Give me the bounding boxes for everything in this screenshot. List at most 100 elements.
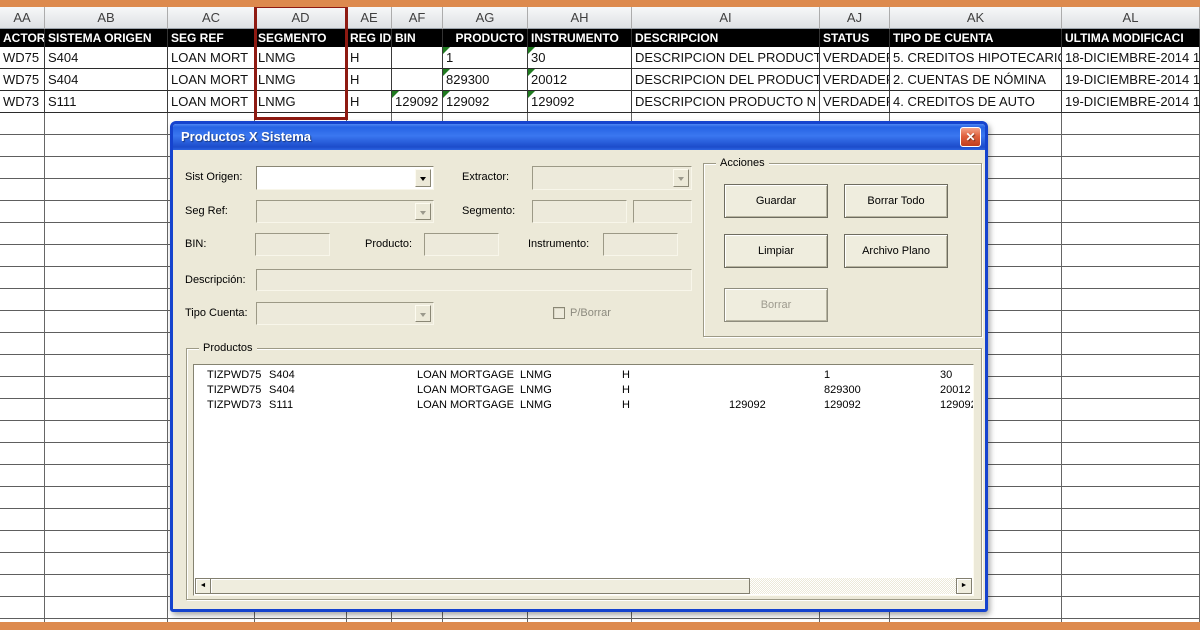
sheet-cell[interactable]: [1062, 267, 1200, 289]
sheet-cell[interactable]: WD75: [0, 47, 45, 69]
column-letter-AD[interactable]: AD: [255, 7, 347, 29]
sheet-cell[interactable]: [45, 179, 168, 201]
column-letter-AF[interactable]: AF: [392, 7, 443, 29]
sheet-cell[interactable]: [1062, 201, 1200, 223]
dialog-titlebar[interactable]: Productos X Sistema ✕: [173, 124, 985, 150]
sheet-cell[interactable]: [45, 509, 168, 531]
sheet-cell[interactable]: H: [347, 69, 392, 91]
sheet-cell[interactable]: [45, 377, 168, 399]
sheet-cell[interactable]: 30: [528, 47, 632, 69]
header-cell[interactable]: SEGMENTO: [255, 29, 347, 47]
sheet-cell[interactable]: LOAN MORT: [168, 47, 255, 69]
list-item[interactable]: TIZPWD73 S111 LOAN MORTGAGE LNMG H 129092 1290…: [194, 398, 973, 413]
sheet-cell[interactable]: [1062, 399, 1200, 421]
scroll-left-icon[interactable]: ◄: [195, 578, 211, 594]
sheet-cell[interactable]: 5. CREDITOS HIPOTECARIO: [890, 47, 1062, 69]
sheet-cell[interactable]: WD75: [0, 69, 45, 91]
sheet-cell[interactable]: [1062, 245, 1200, 267]
sheet-cell[interactable]: LNMG: [255, 91, 347, 113]
sheet-cell[interactable]: LNMG: [255, 47, 347, 69]
sheet-cell[interactable]: [1062, 443, 1200, 465]
sheet-cell[interactable]: 20012: [528, 69, 632, 91]
sheet-cell[interactable]: [1062, 355, 1200, 377]
sheet-cell[interactable]: [0, 399, 45, 421]
sheet-cell[interactable]: [45, 531, 168, 553]
scrollbar-thumb[interactable]: [210, 578, 750, 594]
sheet-cell[interactable]: S111: [45, 91, 168, 113]
sheet-cell[interactable]: [1062, 597, 1200, 619]
sheet-cell[interactable]: [1062, 113, 1200, 135]
column-letter-AB[interactable]: AB: [45, 7, 168, 29]
sheet-cell[interactable]: LOAN MORT: [168, 91, 255, 113]
limpiar-button[interactable]: Limpiar: [724, 234, 828, 268]
header-cell[interactable]: BIN: [392, 29, 443, 47]
sheet-cell[interactable]: [0, 113, 45, 135]
sheet-cell[interactable]: 19-DICIEMBRE-2014 1: [1062, 91, 1200, 113]
sheet-cell[interactable]: [45, 333, 168, 355]
sheet-cell[interactable]: [0, 377, 45, 399]
sheet-cell[interactable]: [0, 597, 45, 619]
sheet-cell[interactable]: [45, 135, 168, 157]
sheet-cell[interactable]: [45, 421, 168, 443]
sheet-cell[interactable]: [45, 267, 168, 289]
sheet-cell[interactable]: [45, 575, 168, 597]
horizontal-scrollbar[interactable]: ◄ ►: [195, 578, 972, 594]
sheet-cell[interactable]: 129092: [443, 91, 528, 113]
header-cell[interactable]: SEG REF: [168, 29, 255, 47]
sheet-cell[interactable]: [45, 245, 168, 267]
sheet-cell[interactable]: [0, 201, 45, 223]
sheet-cell[interactable]: [1062, 575, 1200, 597]
column-letter-AA[interactable]: AA: [0, 7, 45, 29]
sheet-cell[interactable]: [45, 113, 168, 135]
sheet-cell[interactable]: [0, 289, 45, 311]
sheet-cell[interactable]: [392, 47, 443, 69]
sheet-cell[interactable]: [0, 553, 45, 575]
sheet-cell[interactable]: [0, 135, 45, 157]
sheet-cell[interactable]: [1062, 421, 1200, 443]
sheet-cell[interactable]: [0, 267, 45, 289]
sheet-cell[interactable]: [1062, 465, 1200, 487]
column-letter-AI[interactable]: AI: [632, 7, 820, 29]
sheet-cell[interactable]: LNMG: [255, 69, 347, 91]
sheet-cell[interactable]: [45, 311, 168, 333]
header-cell[interactable]: DESCRIPCION: [632, 29, 820, 47]
productos-listbox[interactable]: TIZPWD75 S404 LOAN MORTGAGE LNMG H 1 30 TIZPWD7…: [193, 364, 974, 596]
sheet-cell[interactable]: [1062, 333, 1200, 355]
header-cell[interactable]: TIPO DE CUENTA: [890, 29, 1062, 47]
chevron-down-icon[interactable]: [415, 169, 431, 187]
list-item[interactable]: TIZPWD75 S404 LOAN MORTGAGE LNMG H 1 30: [194, 368, 973, 383]
sheet-cell[interactable]: [45, 465, 168, 487]
header-cell[interactable]: SISTEMA ORIGEN: [45, 29, 168, 47]
sheet-cell[interactable]: [0, 355, 45, 377]
header-cell[interactable]: ULTIMA MODIFICACI: [1062, 29, 1200, 47]
sheet-cell[interactable]: [45, 553, 168, 575]
header-cell[interactable]: INSTRUMENTO: [528, 29, 632, 47]
header-cell[interactable]: ACTOR: [0, 29, 45, 47]
column-letter-AJ[interactable]: AJ: [820, 7, 890, 29]
sheet-cell[interactable]: [0, 421, 45, 443]
column-letter-AH[interactable]: AH: [528, 7, 632, 29]
column-letter-AE[interactable]: AE: [347, 7, 392, 29]
header-cell[interactable]: PRODUCTO: [443, 29, 528, 47]
sheet-cell[interactable]: VERDADERO: [820, 91, 890, 113]
sheet-cell[interactable]: LOAN MORT: [168, 69, 255, 91]
sheet-cell[interactable]: [1062, 487, 1200, 509]
sheet-cell[interactable]: [45, 201, 168, 223]
header-cell[interactable]: STATUS: [820, 29, 890, 47]
sheet-cell[interactable]: [45, 443, 168, 465]
column-letter-AL[interactable]: AL: [1062, 7, 1200, 29]
sheet-cell[interactable]: [0, 245, 45, 267]
borrar-todo-button[interactable]: Borrar Todo: [844, 184, 948, 218]
sheet-cell[interactable]: 129092: [392, 91, 443, 113]
sheet-cell[interactable]: [0, 311, 45, 333]
sheet-cell[interactable]: [0, 487, 45, 509]
sheet-cell[interactable]: [1062, 509, 1200, 531]
sheet-cell[interactable]: [45, 289, 168, 311]
sheet-cell[interactable]: 19-DICIEMBRE-2014 1: [1062, 69, 1200, 91]
sheet-cell[interactable]: [0, 443, 45, 465]
scroll-right-icon[interactable]: ►: [956, 578, 972, 594]
sheet-cell[interactable]: [1062, 553, 1200, 575]
sheet-cell[interactable]: [0, 179, 45, 201]
archivo-plano-button[interactable]: Archivo Plano: [844, 234, 948, 268]
list-item[interactable]: TIZPWD75 S404 LOAN MORTGAGE LNMG H 829300 2001…: [194, 383, 973, 398]
